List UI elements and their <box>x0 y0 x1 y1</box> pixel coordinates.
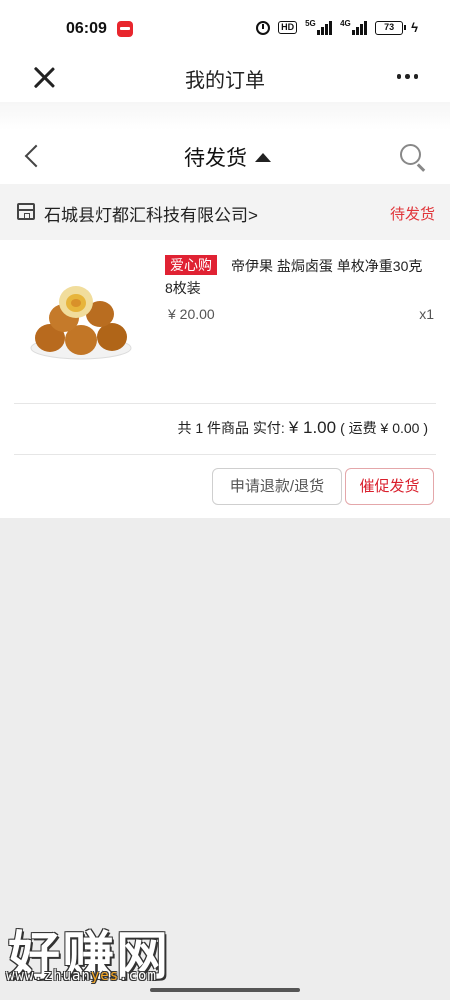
summary-paid-amount: ¥ 1.00 <box>288 418 337 437</box>
caret-up-icon <box>255 152 271 162</box>
urge-shipping-button[interactable]: 催促发货 <box>345 468 434 505</box>
order-card[interactable]: 爱心购 帝伊果 盐焗卤蛋 单枚净重30克 8枚装 ¥ 20.00 x1 共 1 … <box>0 240 450 518</box>
shop-name-link[interactable]: 石城县灯都汇科技有限公司> <box>44 201 258 226</box>
alarm-icon <box>256 20 271 35</box>
signal-4g-icon: 4G <box>340 18 368 35</box>
charging-icon: ϟ <box>411 20 418 35</box>
status-time: 06:09 <box>66 20 107 37</box>
back-button[interactable] <box>22 144 42 170</box>
signal-5g-label: 5G <box>305 18 316 28</box>
signal-5g-icon: 5G <box>305 18 333 35</box>
product-quantity: x1 <box>419 306 434 322</box>
store-icon <box>17 203 35 220</box>
watermark-url: www.zhuanyes.com <box>6 968 157 984</box>
status-filter-dropdown[interactable]: 待发货 <box>184 143 271 171</box>
order-filter-header: 待发货 <box>0 130 450 184</box>
refund-button[interactable]: 申请退款/退货 <box>212 468 342 505</box>
summary-count: 共 1 件商品 实付: <box>177 420 285 436</box>
search-button[interactable] <box>398 142 428 172</box>
more-options-button[interactable] <box>396 74 418 79</box>
page-title: 我的订单 <box>185 70 265 92</box>
battery-icon: 73 <box>375 20 407 35</box>
divider <box>14 403 436 404</box>
product-price: ¥ 20.00 <box>168 306 215 322</box>
status-filter-label: 待发货 <box>184 147 247 170</box>
divider <box>14 454 436 455</box>
shop-row: 石城县灯都汇科技有限公司> 待发货 <box>0 184 450 240</box>
nav-bar: 我的订单 <box>0 52 450 102</box>
order-status-badge: 待发货 <box>389 206 435 223</box>
app-notification-icon <box>117 21 133 37</box>
product-title[interactable]: 帝伊果 盐焗卤蛋 单枚净重30克 8枚装 <box>165 255 433 299</box>
product-image[interactable] <box>28 282 134 362</box>
home-indicator[interactable] <box>150 988 300 992</box>
hd-badge: HD <box>278 21 298 34</box>
summary-shipping: ( 运费 ¥ 0.00 ) <box>340 420 428 436</box>
status-bar: 06:09 HD 5G 4G 73 ϟ <box>0 0 450 52</box>
search-icon <box>400 144 421 165</box>
signal-4g-label: 4G <box>340 18 351 28</box>
order-summary: 共 1 件商品 实付: ¥ 1.00 ( 运费 ¥ 0.00 ) <box>177 418 428 438</box>
status-indicators: HD 5G 4G 73 ϟ <box>256 18 418 35</box>
nav-shadow <box>0 102 450 130</box>
